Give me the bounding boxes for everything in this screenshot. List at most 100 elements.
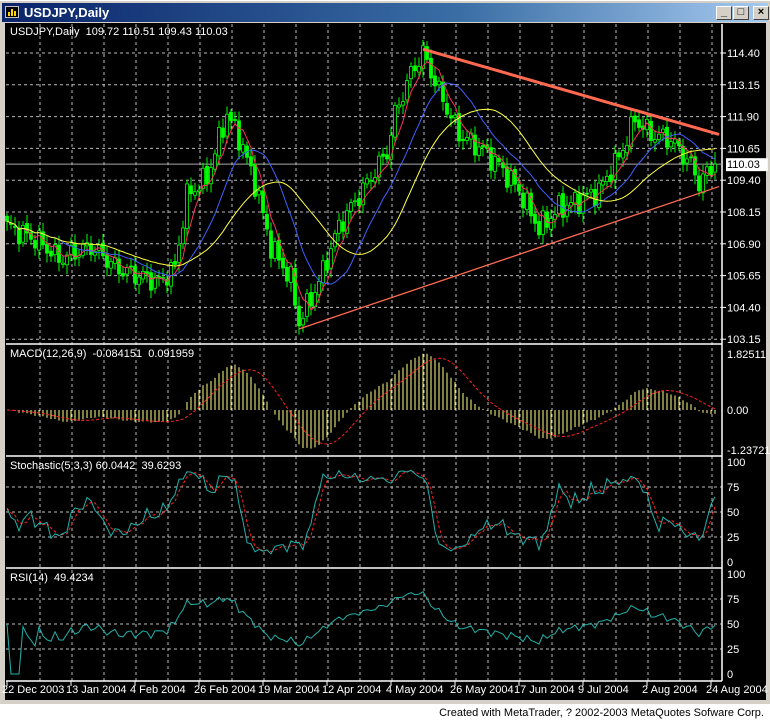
rsi-axis-label: 25 <box>727 644 739 656</box>
candle-body <box>137 276 141 286</box>
price-axis-label: 110.65 <box>727 143 760 155</box>
candle-body <box>669 141 673 148</box>
macd-label: MACD(12,26,9) <box>10 348 87 360</box>
date-axis-label: 13 Jan 2004 <box>66 684 127 696</box>
candle-body <box>221 127 225 138</box>
candle-body <box>49 250 53 257</box>
candle-body <box>517 184 521 192</box>
candle-body <box>265 214 269 230</box>
candle-body <box>321 260 325 284</box>
candle-body <box>129 265 133 268</box>
candle-body <box>309 292 313 307</box>
candle-body <box>653 139 657 143</box>
stochastic-header: Stochastic(5,3,3) 60.0442 39.6293 <box>10 460 181 472</box>
candle-body <box>549 218 553 230</box>
candle-body <box>405 80 409 101</box>
candle-body <box>121 273 125 277</box>
candle-body <box>709 165 713 175</box>
candle-body <box>401 101 405 106</box>
macd-signal-value: 0.091959 <box>148 348 195 360</box>
candle-body <box>161 277 165 279</box>
candle-body <box>589 188 593 193</box>
candle-body <box>37 230 41 251</box>
stochastic-signal-value: 39.6293 <box>141 460 182 472</box>
symbol-label: USDJPY,Daily <box>10 26 80 38</box>
stochastic-axis-label: 50 <box>727 507 739 519</box>
candle-body <box>17 227 21 244</box>
candle-body <box>13 225 17 228</box>
price-axis-label: 103.15 <box>727 334 761 346</box>
candle-body <box>205 166 209 185</box>
candle-body <box>509 170 513 186</box>
candle-body <box>681 146 685 165</box>
close-value: 110.03 <box>194 26 228 38</box>
price-axis-label: 113.15 <box>727 80 760 92</box>
candle-body <box>605 176 609 182</box>
candle-body <box>537 221 541 236</box>
date-axis-label: 9 Jul 2004 <box>578 684 629 696</box>
candle-body <box>61 262 65 265</box>
candle-body <box>173 261 177 265</box>
rsi-header: RSI(14) 49.4234 <box>10 572 94 584</box>
candle-body <box>337 219 341 234</box>
date-axis-label: 26 May 2004 <box>450 684 514 696</box>
open-value: 109.72 <box>85 26 120 38</box>
candle-body <box>149 272 153 291</box>
candle-body <box>525 192 529 211</box>
candle-body <box>213 153 217 170</box>
footer-credit: Created with MetaTrader, ? 2002-2003 Met… <box>439 707 764 719</box>
candle-body <box>493 156 497 172</box>
date-axis-label: 2 Aug 2004 <box>642 684 698 696</box>
candle-body <box>89 244 93 255</box>
candle-body <box>289 265 293 283</box>
rsi-value: 49.4234 <box>54 572 94 584</box>
candle-body <box>177 244 181 263</box>
candle-body <box>521 192 525 209</box>
candle-body <box>109 260 113 269</box>
candle-body <box>369 180 373 182</box>
rsi-axis-label: 50 <box>727 619 739 631</box>
candle-body <box>413 65 417 72</box>
candle-body <box>261 190 265 214</box>
stochastic-axis-label: 75 <box>727 482 739 494</box>
candle-body <box>585 192 589 195</box>
candle-body <box>541 210 545 235</box>
candle-body <box>5 215 9 222</box>
date-axis-label: 24 Aug 2004 <box>706 684 768 696</box>
candle-body <box>453 114 457 119</box>
candle-body <box>609 174 613 183</box>
date-axis-label: 4 May 2004 <box>386 684 443 696</box>
candle-body <box>393 104 397 138</box>
candle-body <box>461 138 465 141</box>
candle-body <box>577 193 581 214</box>
candle-body <box>273 241 277 259</box>
stochastic-axis-label: 100 <box>727 457 745 469</box>
price-axis-label: 109.40 <box>727 175 761 187</box>
candle-body <box>45 243 49 254</box>
candle-body <box>301 317 305 326</box>
candle-body <box>633 115 637 123</box>
chart-canvas[interactable]: 114.40 113.15 111.90 110.65 109.40 108.15 106.… <box>0 0 770 722</box>
candle-body <box>189 185 193 195</box>
candle-body <box>505 166 509 188</box>
candle-body <box>649 120 653 141</box>
candle-body <box>249 156 253 167</box>
stochastic-main-value: 60.0442 <box>95 460 136 472</box>
candle-body <box>33 240 37 249</box>
price-axis-label: 104.40 <box>727 302 761 314</box>
candle-body <box>713 163 717 173</box>
candle-body <box>449 115 453 119</box>
candle-body <box>257 190 261 196</box>
low-value: 109.43 <box>158 26 192 38</box>
candle-body <box>533 213 537 224</box>
candle-body <box>153 276 157 289</box>
candle-body <box>269 230 273 259</box>
date-axis-label: 19 Mar 2004 <box>258 684 320 696</box>
candle-body <box>349 202 353 212</box>
candle-body <box>601 180 605 186</box>
candle-body <box>281 257 285 269</box>
macd-axis-label: 1.82511 <box>727 349 766 361</box>
candle-body <box>297 305 301 327</box>
candle-body <box>701 173 705 194</box>
candle-body <box>481 145 485 148</box>
